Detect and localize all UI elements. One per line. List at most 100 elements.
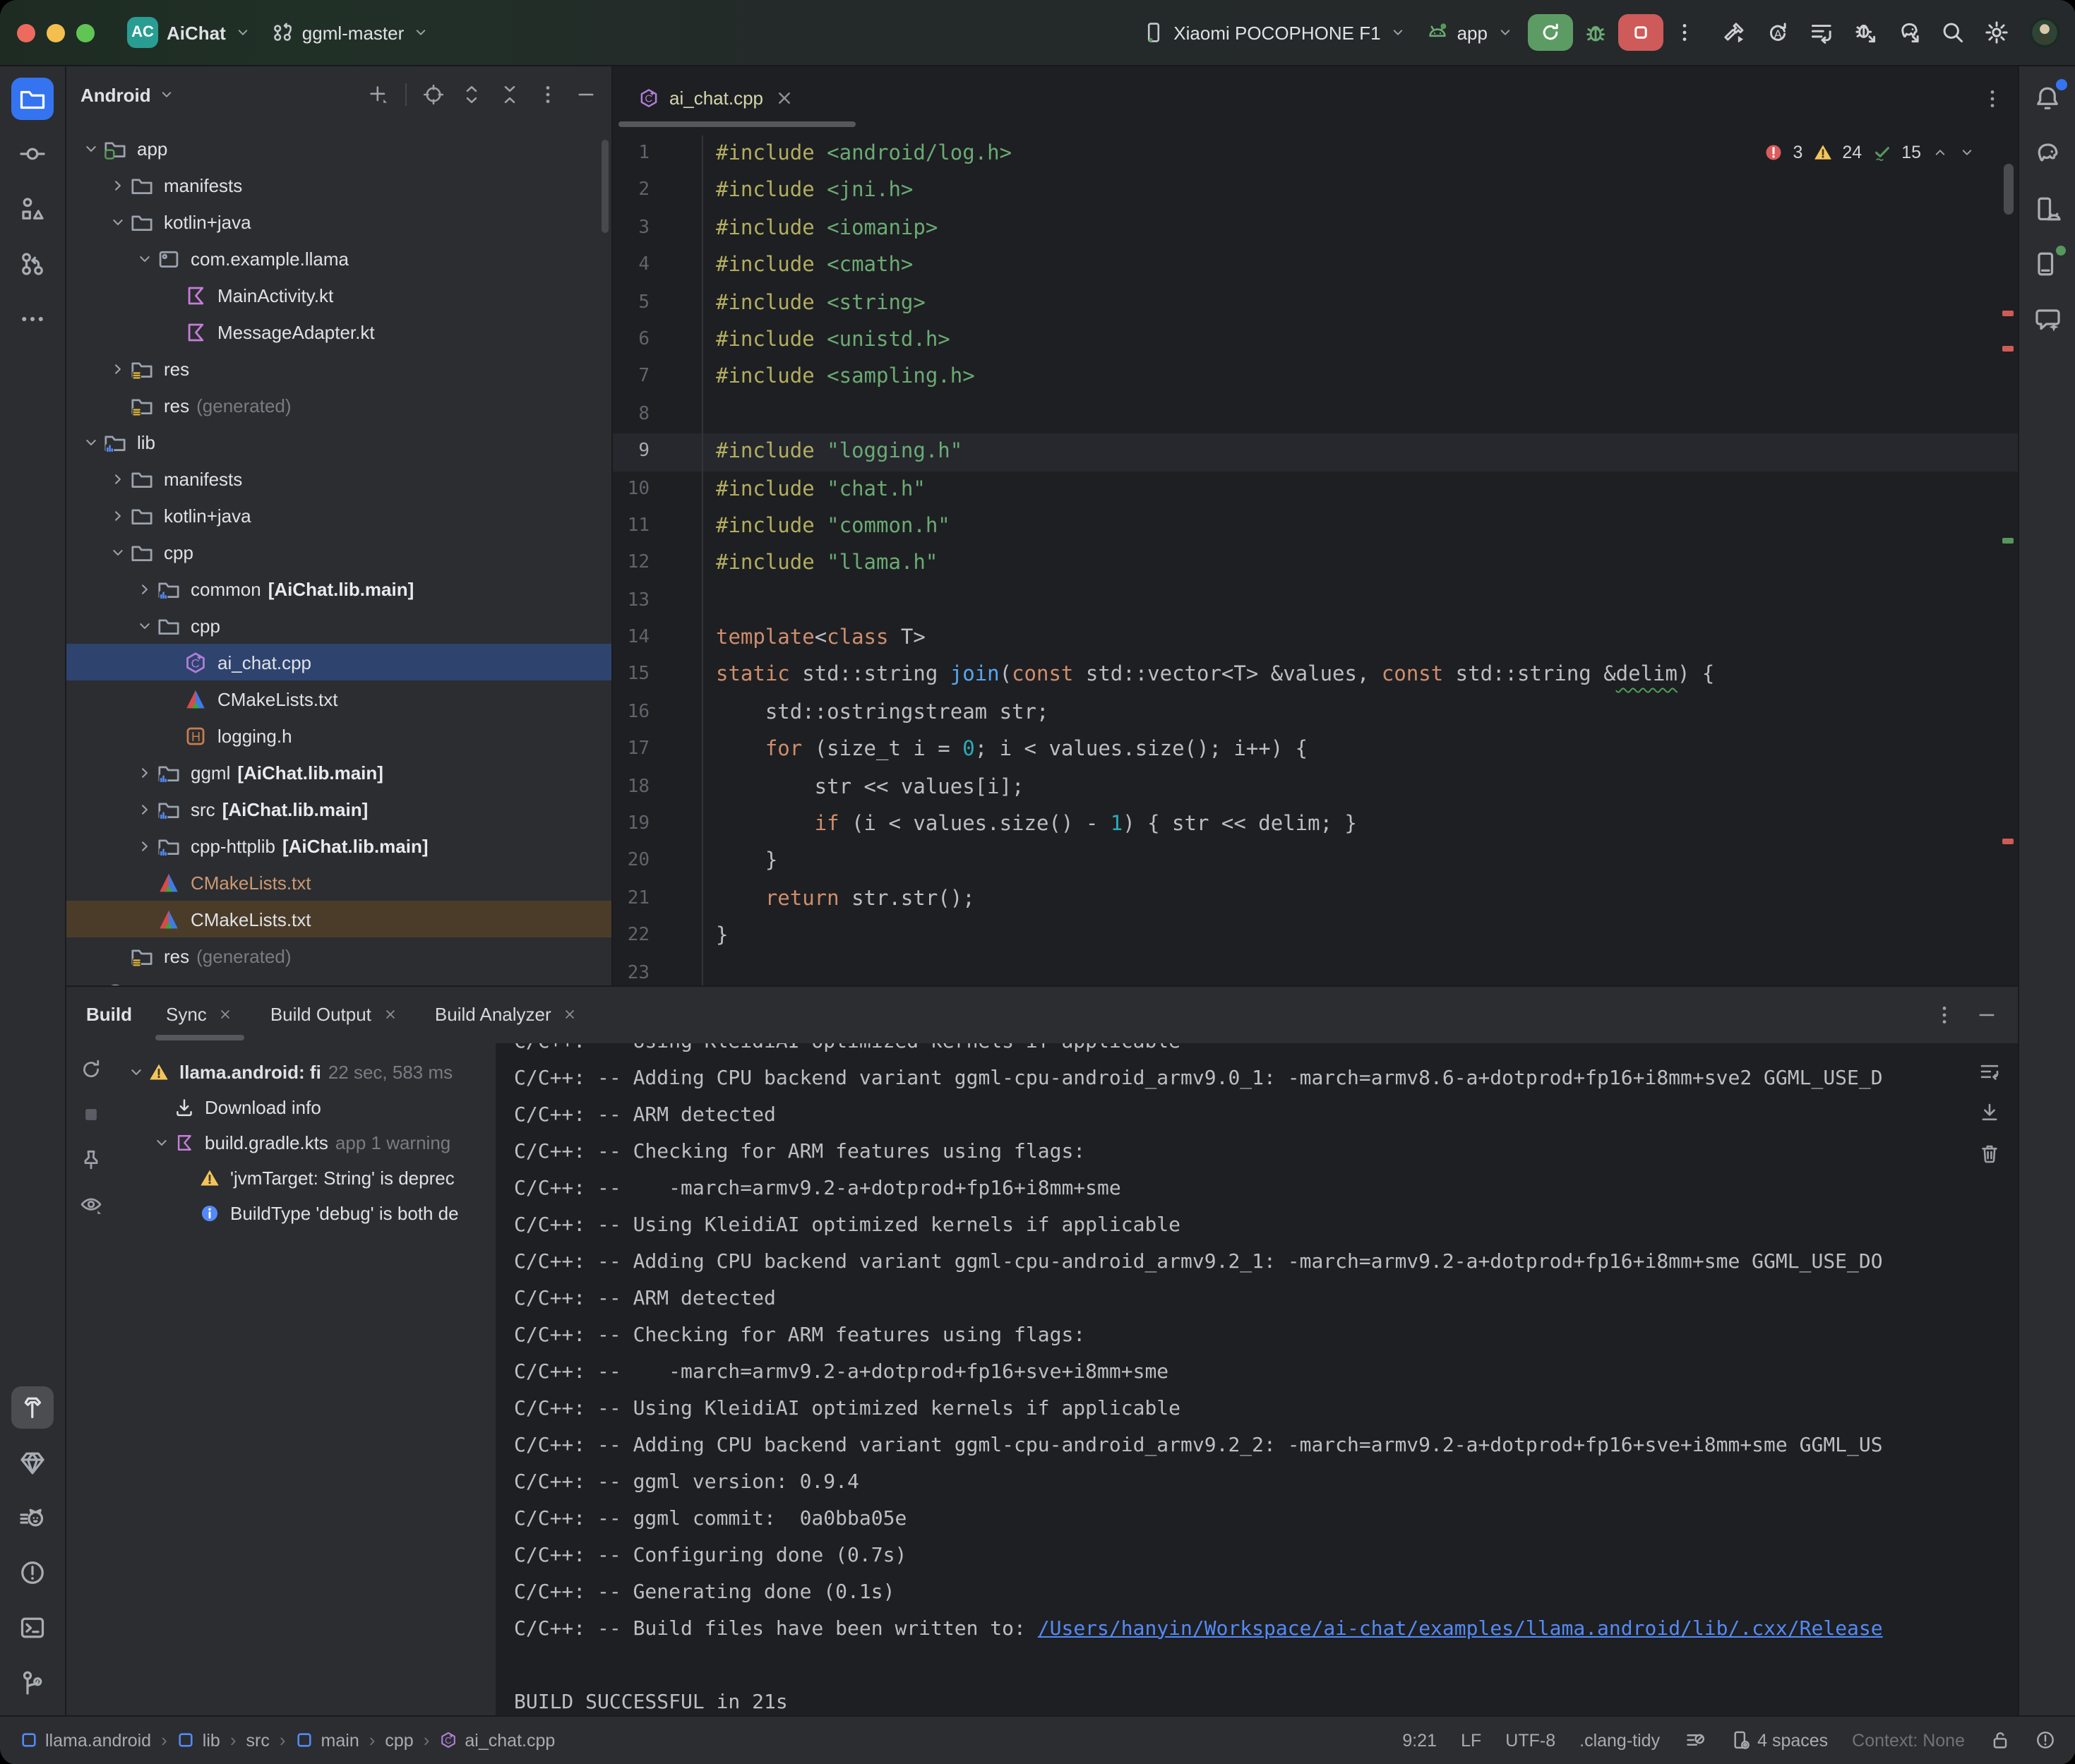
tree-item-manifests[interactable]: manifests	[66, 460, 611, 497]
tree-item-kotlin-java[interactable]: kotlin+java	[66, 203, 611, 240]
scroll-to-end-icon[interactable]	[1978, 1100, 2000, 1123]
scrollbar-thumb[interactable]	[2003, 164, 2013, 215]
tree-item-ai-chat-cpp[interactable]: Cai_chat.cpp	[66, 644, 611, 680]
gradle-tool-button[interactable]	[2026, 133, 2068, 175]
run-configuration-selector[interactable]: app	[1416, 17, 1523, 48]
tree-item-com-example-llama[interactable]: com.example.llama	[66, 240, 611, 277]
close-window-button[interactable]	[17, 23, 35, 42]
code-line-15[interactable]: 15static std::string join(const std::vec…	[613, 657, 2017, 695]
terminal-tool-button[interactable]	[11, 1606, 54, 1648]
gemini-chat-tool-button[interactable]	[2026, 298, 2068, 340]
tree-item-cmakelists-txt[interactable]: CMakeLists.txt	[66, 680, 611, 717]
context-widget[interactable]: Context: None	[1852, 1730, 1965, 1750]
error-stripe-mark[interactable]	[2002, 839, 2013, 844]
search-everywhere-icon[interactable]	[1939, 20, 1965, 45]
next-problem-icon[interactable]	[1958, 144, 1975, 161]
more-run-options-button[interactable]	[1667, 16, 1701, 49]
code-line-17[interactable]: 17 for (size_t i = 0; i < values.size();…	[613, 732, 2017, 769]
build-tab-build-output[interactable]: Build Output	[270, 986, 398, 1043]
tree-item-mainactivity-kt[interactable]: MainActivity.kt	[66, 277, 611, 313]
previous-problem-icon[interactable]	[1931, 144, 1948, 161]
caret-position[interactable]: 9:21	[1402, 1730, 1437, 1750]
breadcrumb-item[interactable]: src	[246, 1730, 270, 1750]
code-line-2[interactable]: 2#include <jni.h>	[613, 173, 2017, 210]
notifications-tool-button[interactable]	[2026, 78, 2068, 120]
kebab-menu-icon[interactable]	[1932, 1003, 1955, 1026]
code-line-20[interactable]: 20 }	[613, 844, 2017, 881]
code-line-22[interactable]: 22}	[613, 918, 2017, 955]
code-line-5[interactable]: 5#include <string>	[613, 284, 2017, 322]
chevron-down-icon[interactable]	[78, 433, 103, 451]
code-line-4[interactable]: 4#include <cmath>	[613, 247, 2017, 284]
hide-panel-icon[interactable]	[1975, 1003, 1997, 1026]
build-tree-item[interactable]: llama.android: fi22 sec, 583 ms	[114, 1054, 496, 1089]
change-stripe-mark[interactable]	[2002, 538, 2013, 543]
running-devices-tool-button[interactable]	[2026, 243, 2068, 285]
profiler-icon[interactable]	[1808, 20, 1834, 45]
tree-item-cmakelists-txt[interactable]: CMakeLists.txt	[66, 864, 611, 901]
project-widget[interactable]: AC AiChat	[117, 13, 261, 52]
filter-eye-icon[interactable]	[78, 1192, 102, 1216]
chevron-right-icon[interactable]	[104, 469, 130, 488]
gradle-sync-icon[interactable]	[1896, 20, 1921, 45]
clang-tidy-widget[interactable]: .clang-tidy	[1579, 1730, 1660, 1750]
problems-tool-button[interactable]	[11, 1551, 54, 1593]
kebab-menu-icon[interactable]	[537, 83, 559, 106]
breadcrumb-item[interactable]: main	[296, 1730, 359, 1750]
code-line-12[interactable]: 12#include "llama.h"	[613, 546, 2017, 583]
chevron-down-icon[interactable]	[104, 212, 130, 231]
code-line-16[interactable]: 16 std::ostringstream str;	[613, 695, 2017, 732]
tree-item-kotlin-java[interactable]: kotlin+java	[66, 497, 611, 534]
breadcrumb-item[interactable]: llama.android	[20, 1730, 151, 1750]
tree-item-src[interactable]: src[AiChat.lib.main]	[66, 791, 611, 827]
close-tab-icon[interactable]	[773, 88, 794, 109]
tree-item-app[interactable]: app	[66, 130, 611, 167]
code-line-23[interactable]: 23	[613, 955, 2017, 985]
device-manager-tool-button[interactable]	[2026, 188, 2068, 230]
more-tool-windows-button[interactable]	[11, 298, 54, 340]
editor-scrollbar[interactable]	[1997, 130, 2017, 985]
chevron-right-icon[interactable]	[131, 580, 157, 598]
inspections-widget[interactable]: 3 24 15	[1763, 143, 1975, 162]
formatter-icon[interactable]	[1684, 1729, 1705, 1751]
code-line-3[interactable]: 3#include <iomanip>	[613, 210, 2017, 248]
chevron-down-icon[interactable]	[131, 616, 157, 635]
code-line-13[interactable]: 13	[613, 582, 2017, 620]
clear-console-icon[interactable]	[1978, 1141, 2000, 1164]
close-tab-icon[interactable]	[218, 1007, 234, 1022]
chevron-right-icon[interactable]	[78, 983, 103, 985]
settings-gear-icon[interactable]	[1983, 20, 2009, 45]
build-tab-sync[interactable]: Sync	[166, 986, 234, 1043]
line-separator[interactable]: LF	[1461, 1730, 1481, 1750]
code-line-9[interactable]: 9#include "logging.h"	[613, 433, 2017, 471]
build-tree-item[interactable]: 'jvmTarget: String' is deprec	[114, 1160, 496, 1195]
indent-widget[interactable]: 4 spaces	[1729, 1729, 1828, 1751]
hide-panel-icon[interactable]	[575, 83, 597, 106]
device-selector[interactable]: Xiaomi POCOPHONE F1	[1132, 17, 1416, 48]
tree-item-res[interactable]: res	[66, 350, 611, 387]
tree-item-ggml[interactable]: ggml[AiChat.lib.main]	[66, 754, 611, 791]
build-panel-title[interactable]: Build	[86, 1004, 132, 1025]
collapse-all-icon[interactable]	[498, 83, 521, 106]
profiler-tool-button[interactable]	[11, 1496, 54, 1538]
tree-item-lib[interactable]: lib	[66, 424, 611, 460]
apply-changes-icon[interactable]: A	[1764, 20, 1790, 45]
debug-button[interactable]	[1577, 14, 1613, 51]
code-line-19[interactable]: 19 if (i < values.size() - 1) { str << d…	[613, 806, 2017, 844]
file-encoding[interactable]: UTF-8	[1505, 1730, 1555, 1750]
build-console[interactable]: C/C++: -- Using KleidiAI optimized kerne…	[496, 1043, 2017, 1715]
locate-file-icon[interactable]	[422, 83, 445, 106]
chevron-down-icon[interactable]	[78, 139, 103, 157]
rerun-button[interactable]	[1527, 14, 1572, 51]
chevron-down-icon[interactable]	[148, 1133, 174, 1151]
build-tree-item[interactable]: BuildType 'debug' is both de	[114, 1195, 496, 1230]
tree-item-cpp-httplib[interactable]: cpp-httplib[AiChat.lib.main]	[66, 827, 611, 864]
zoom-window-button[interactable]	[76, 23, 95, 42]
build-tab-build-analyzer[interactable]: Build Analyzer	[435, 986, 578, 1043]
chevron-right-icon[interactable]	[104, 506, 130, 524]
stop-button[interactable]	[1617, 14, 1663, 51]
code-line-8[interactable]: 8	[613, 396, 2017, 433]
pin-icon[interactable]	[78, 1147, 102, 1171]
error-stripe-mark[interactable]	[2002, 311, 2013, 316]
tree-item-cpp[interactable]: cpp	[66, 607, 611, 644]
